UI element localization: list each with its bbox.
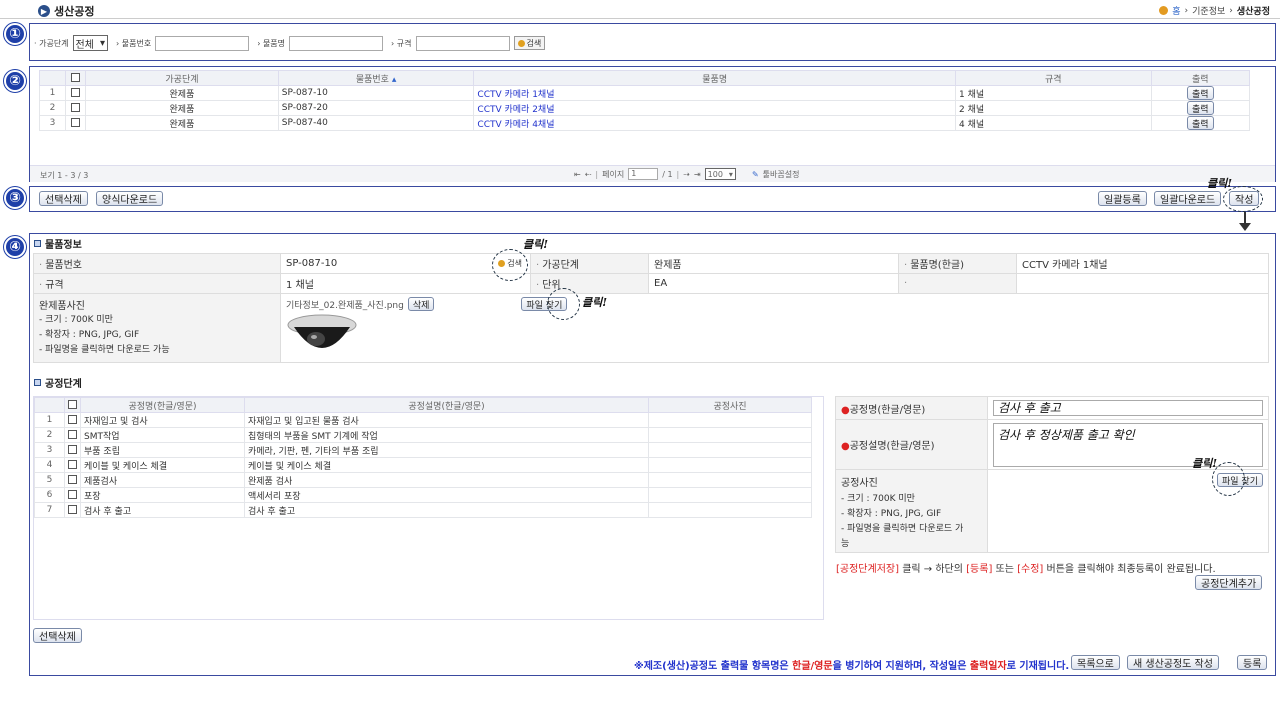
step-marker-1: ① [4,23,26,45]
delete-selected-button[interactable]: 선택삭제 [39,191,88,206]
process-desc-textarea[interactable]: 검사 후 정상제품 출고 확인 [993,422,1263,467]
step-marker-3: ③ [4,187,26,209]
click-annotation: 클릭! [582,296,608,309]
row-checkbox[interactable] [71,88,81,97]
process-name-input[interactable]: 검사 후 출고 [993,400,1263,416]
wrench-icon: ✎ [751,169,759,179]
search-panel: · 가공단계 전체 ▾ › 물품번호 › 물품명 › 규격 검색 [29,23,1276,61]
home-icon [1159,6,1169,15]
pager: ⇤ ⇠ | 페이지 1 / 1 | ⇢ ⇥ 100 ▾ ✎ 툴바꼽설정 [574,168,800,180]
table-row[interactable]: 5 제품검사 완제품 검사 [34,472,812,488]
click-annotation: 클릭! [1207,177,1233,190]
item-name-link[interactable]: CCTV 카메라 1채널 [473,85,956,101]
table-row[interactable]: 3 완제품 SP-087-40 CCTV 카메라 4채널 4 채널 출력 [38,115,1251,131]
bulk-register-button[interactable]: 일괄등록 [1098,191,1147,206]
row-checkbox[interactable] [68,445,77,454]
row-checkbox[interactable] [68,475,77,484]
list-panel: 가공단계 물품번호 ▴ 물품명 규격 출력 1 완제품 SP-087-10 CCT… [29,66,1276,182]
highlight-circle [492,249,528,281]
search-icon [517,39,525,47]
chevron-down-icon: ▾ [99,37,105,49]
item-info-table: · 물품번호 SP-087-10 검색 · 가공단계 완제품 · 물품명(한글) CC… [33,253,1269,363]
select-all-checkbox[interactable] [68,400,77,409]
process-form: ●공정명(한글/영문) 검사 후 출고 ●공정설명(한글/영문) 검사 후 정상… [835,396,1269,553]
print-button[interactable]: 출력 [1187,116,1214,130]
table-row[interactable]: 4 케이블 및 케이스 체결 케이블 및 케이스 체결 [34,457,812,473]
step-marker-2: ② [4,70,26,92]
row-checkbox[interactable] [68,430,77,439]
chevron-down-icon: ▾ [728,169,733,179]
item-list-table: 가공단계 물품번호 ▴ 물품명 규격 출력 1 완제품 SP-087-10 CCT… [38,70,1251,131]
table-row[interactable]: 7 검사 후 출고 검사 후 출고 [34,502,812,518]
add-process-step-button[interactable]: 공정단계추가 [1195,575,1263,590]
new-doc-button[interactable]: 새 생산공정도 작성 [1127,655,1219,670]
item-no-input[interactable] [155,35,250,51]
process-list-panel: 공정명(한글/영문) 공정설명(한글/영문) 공정사진 1 자재입고 및 검사 자재… [33,396,824,620]
select-all-checkbox[interactable] [71,73,81,82]
row-checkbox[interactable] [68,505,77,514]
breadcrumb-home[interactable]: 홈 [1172,4,1180,17]
search-button[interactable]: 검색 [513,36,546,50]
item-name-input[interactable] [289,35,384,51]
breadcrumb: 홈 › 기준정보 › 생산공정 [1159,4,1270,17]
action-bar: 선택삭제 양식다운로드 일괄등록 일괄다운로드 작성 [29,186,1276,212]
process-table: 공정명(한글/영문) 공정설명(한글/영문) 공정사진 1 자재입고 및 검사 자재… [34,397,812,518]
register-button[interactable]: 등록 [1237,655,1268,670]
spec-input[interactable] [415,35,510,51]
row-checkbox[interactable] [68,490,77,499]
table-row[interactable]: 2 완제품 SP-087-20 CCTV 카메라 2채널 2 채널 출력 [38,100,1251,116]
step-marker-4: ④ [4,236,26,258]
form-download-button[interactable]: 양식다운로드 [96,191,164,206]
footer-notice: ※제조(생산)공정도 출력물 항목명은 한글/영문을 병기하여 지원하며, 작성… [634,661,1070,672]
row-checkbox[interactable] [68,415,77,424]
sort-item-no-header[interactable]: 물품번호 ▴ [277,70,475,86]
click-annotation: 클릭! [523,238,549,251]
toolbar-settings-link[interactable]: 툴바꼽설정 [763,169,800,180]
required-icon: ● [841,404,850,416]
photo-delete-button[interactable]: 삭제 [407,297,435,311]
square-icon [34,240,41,247]
photo-file-link[interactable]: 기타정보_02.완제품_사진.png [286,298,404,311]
breadcrumb-current: 생산공정 [1236,7,1270,17]
last-page-icon[interactable]: ⇥ [694,170,701,179]
row-checkbox[interactable] [68,460,77,469]
bulk-download-button[interactable]: 일괄다운로드 [1154,191,1222,206]
arrow-right-icon: ▶ [38,5,50,17]
item-name-link[interactable]: CCTV 카메라 2채널 [473,100,956,116]
sort-asc-icon: ▴ [391,74,397,85]
item-info-heading: 물품정보 [34,236,82,251]
stage-label: · 가공단계 [34,38,69,48]
square-icon [34,379,41,386]
next-page-icon[interactable]: ⇢ [683,170,690,179]
stage-select[interactable]: 전체 ▾ [72,35,108,51]
row-checkbox[interactable] [71,118,81,127]
page-title: ▶ 생산공정 [38,3,94,19]
table-row[interactable]: 2 SMT작업 칩형태의 부품을 SMT 기계에 작업 [34,427,812,443]
process-save-notice: [공정단계저장] 클릭 → 하단의 [등록] 또는 [수정] 버튼을 클릭해야 … [836,564,1216,575]
view-count: 보기 1 - 3 / 3 [40,171,89,180]
table-row[interactable]: 1 완제품 SP-087-10 CCTV 카메라 1채널 1 채널 출력 [38,85,1251,101]
process-delete-selected-button[interactable]: 선택삭제 [33,628,82,643]
table-row[interactable]: 3 부품 조립 카메라, 기판, 펜, 기타의 부품 조립 [34,442,812,458]
row-checkbox[interactable] [71,103,81,112]
breadcrumb-basic-info[interactable]: 기준정보 [1192,4,1225,17]
per-page-select[interactable]: 100 ▾ [704,168,736,180]
required-icon: ● [841,441,850,452]
process-heading: 공정단계 [34,375,82,390]
to-list-button[interactable]: 목록으로 [1071,655,1120,670]
table-row[interactable]: 1 자재입고 및 검사 자재입고 및 입고된 물품 검사 [34,412,812,428]
item-name-link[interactable]: CCTV 카메라 4채널 [473,115,956,131]
highlight-circle [547,288,580,320]
prev-page-icon[interactable]: ⇠ [585,170,592,179]
first-page-icon[interactable]: ⇤ [574,170,581,179]
page-input[interactable]: 1 [628,168,659,180]
print-button[interactable]: 출력 [1187,101,1214,115]
table-row[interactable]: 6 포장 액세서리 포장 [34,487,812,503]
print-button[interactable]: 출력 [1187,86,1214,100]
click-annotation: 클릭! [1192,457,1218,470]
cctv-dome-camera-image [287,314,357,348]
